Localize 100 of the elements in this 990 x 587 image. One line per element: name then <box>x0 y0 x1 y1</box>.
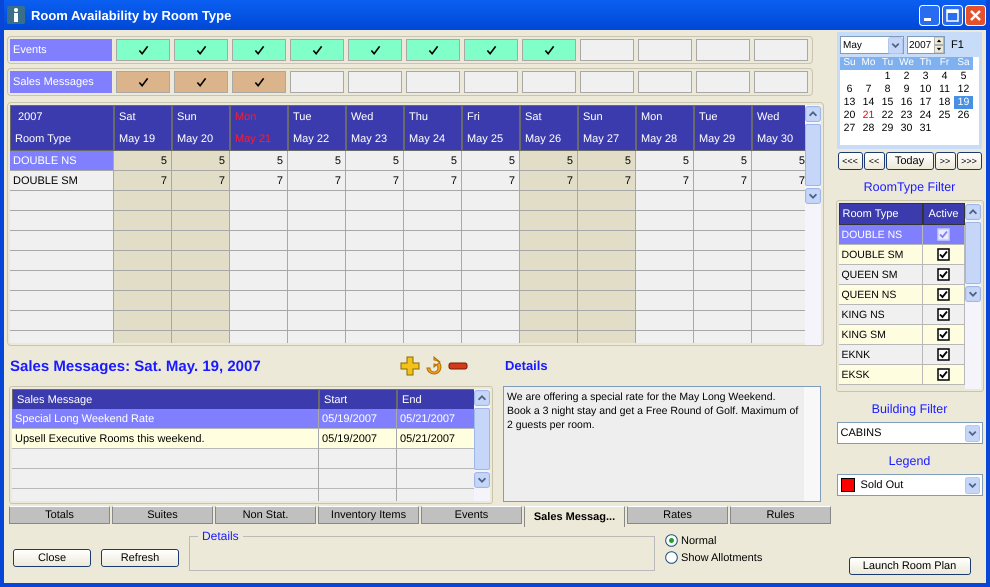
indicator-cell[interactable] <box>348 71 402 93</box>
indicator-cell[interactable] <box>754 71 808 93</box>
calendar-day[interactable]: 26 <box>954 109 973 122</box>
room-type-cell[interactable]: KING NS <box>838 305 922 325</box>
indicator-cell[interactable] <box>174 71 228 93</box>
indicator-cell[interactable] <box>464 39 518 61</box>
tab[interactable]: Totals <box>9 506 110 524</box>
day-header[interactable]: Sun May 20 <box>172 105 230 151</box>
message-cell[interactable]: Upsell Executive Rooms this weekend. <box>12 429 319 449</box>
tab[interactable]: Non Stat. <box>215 506 316 524</box>
day-header[interactable]: Wed May 23 <box>346 105 404 151</box>
calendar-nav-button[interactable]: >>> <box>956 152 982 170</box>
month-dropdown[interactable]: May <box>840 36 904 54</box>
indicator-cell[interactable] <box>638 39 692 61</box>
tab[interactable]: Inventory Items <box>318 506 419 524</box>
room-type-cell[interactable]: EKSK <box>838 365 922 385</box>
checkbox[interactable] <box>936 288 950 301</box>
calendar-day[interactable]: 30 <box>897 122 916 135</box>
calendar-day[interactable]: 16 <box>897 96 916 109</box>
checkbox[interactable] <box>936 248 950 261</box>
checkbox[interactable] <box>936 268 950 281</box>
room-type-cell[interactable]: QUEEN NS <box>838 285 922 305</box>
indicator-cell[interactable] <box>290 39 344 61</box>
indicator-cell[interactable] <box>348 39 402 61</box>
calendar-day[interactable]: 2 <box>897 70 916 83</box>
indicator-cell[interactable] <box>522 71 576 93</box>
day-header[interactable]: Sat May 26 <box>520 105 578 151</box>
calendar-day[interactable]: 28 <box>859 122 878 135</box>
checkbox[interactable] <box>936 348 950 361</box>
maximize-button[interactable] <box>942 4 963 26</box>
calendar-day[interactable]: 6 <box>840 83 859 96</box>
checkbox[interactable] <box>936 328 950 341</box>
scrollbar[interactable] <box>804 387 820 501</box>
calendar-day[interactable]: 13 <box>840 96 859 109</box>
room-type-cell[interactable]: KING SM <box>838 325 922 345</box>
checkbox[interactable] <box>936 308 950 321</box>
day-header[interactable]: Thu May 24 <box>404 105 462 151</box>
checkbox[interactable] <box>936 368 950 381</box>
indicator-cell[interactable] <box>580 39 634 61</box>
calendar-nav-button[interactable]: << <box>864 152 884 170</box>
calendar-day[interactable]: 10 <box>916 83 935 96</box>
tab[interactable]: Rules <box>730 506 831 524</box>
calendar-day[interactable]: 17 <box>916 96 935 109</box>
calendar-day[interactable]: 24 <box>916 109 935 122</box>
calendar-day[interactable]: 14 <box>859 96 878 109</box>
indicator-cell[interactable] <box>754 39 808 61</box>
scrollbar[interactable] <box>474 389 490 501</box>
end-date-cell[interactable]: 05/21/2007 <box>397 429 474 449</box>
radio-option[interactable]: Normal <box>665 534 762 547</box>
minimize-button[interactable] <box>919 4 940 26</box>
indicator-cell[interactable] <box>522 39 576 61</box>
calendar-day[interactable]: 5 <box>954 70 973 83</box>
calendar-day[interactable]: 12 <box>954 83 973 96</box>
room-type-cell[interactable]: DOUBLE SM <box>10 171 114 191</box>
tab[interactable]: Sales Messag... <box>524 506 625 527</box>
calendar-nav-button[interactable]: Today <box>886 152 934 170</box>
calendar-day[interactable]: 15 <box>878 96 897 109</box>
start-date-cell[interactable]: 05/19/2007 <box>319 429 397 449</box>
action-button[interactable]: Refresh <box>101 549 179 567</box>
indicator-cell[interactable] <box>638 71 692 93</box>
calendar-day[interactable]: 29 <box>878 122 897 135</box>
tab[interactable]: Events <box>421 506 522 524</box>
calendar-nav-button[interactable]: <<< <box>838 152 862 170</box>
radio-icon[interactable] <box>665 551 678 564</box>
indicator-cell[interactable] <box>580 71 634 93</box>
calendar-day[interactable]: 7 <box>859 83 878 96</box>
scroll-down-icon[interactable] <box>805 188 821 204</box>
day-header[interactable]: Mon May 28 <box>636 105 694 151</box>
scrollbar[interactable] <box>805 105 821 345</box>
day-header[interactable]: Tue May 29 <box>694 105 752 151</box>
scroll-up-icon[interactable] <box>964 204 980 220</box>
radio-icon[interactable] <box>665 534 678 547</box>
calendar-day[interactable]: 25 <box>935 109 954 122</box>
indicator-cell[interactable] <box>406 39 460 61</box>
tab[interactable]: Rates <box>627 506 728 524</box>
day-header[interactable]: Wed May 30 <box>752 105 805 151</box>
calendar-day[interactable]: 4 <box>935 70 954 83</box>
calendar-day[interactable]: 21 <box>859 109 878 122</box>
calendar-day[interactable]: 22 <box>878 109 897 122</box>
calendar-nav-button[interactable]: >> <box>934 152 956 170</box>
calendar-day[interactable]: 11 <box>935 83 954 96</box>
day-header[interactable]: Sun May 27 <box>578 105 636 151</box>
calendar-day[interactable]: 27 <box>840 122 859 135</box>
calendar-day[interactable]: 23 <box>897 109 916 122</box>
spin-arrows-icon[interactable] <box>934 37 944 53</box>
room-type-cell[interactable]: DOUBLE SM <box>838 245 922 265</box>
indicator-cell[interactable] <box>116 39 170 61</box>
scroll-down-icon[interactable] <box>964 286 980 302</box>
day-header[interactable]: Fri May 25 <box>462 105 520 151</box>
room-type-cell[interactable]: EKNK <box>838 345 922 365</box>
indicator-cell[interactable] <box>290 71 344 93</box>
close-button[interactable] <box>965 4 986 26</box>
indicator-cell[interactable] <box>696 39 750 61</box>
scroll-up-icon[interactable] <box>474 390 490 406</box>
calendar-day[interactable]: 20 <box>840 109 859 122</box>
action-button[interactable]: Close <box>13 549 91 567</box>
building-dropdown[interactable]: CABINS <box>836 422 982 444</box>
indicator-cell[interactable] <box>696 71 750 93</box>
indicator-cell[interactable] <box>232 39 286 61</box>
calendar-day[interactable]: 9 <box>897 83 916 96</box>
